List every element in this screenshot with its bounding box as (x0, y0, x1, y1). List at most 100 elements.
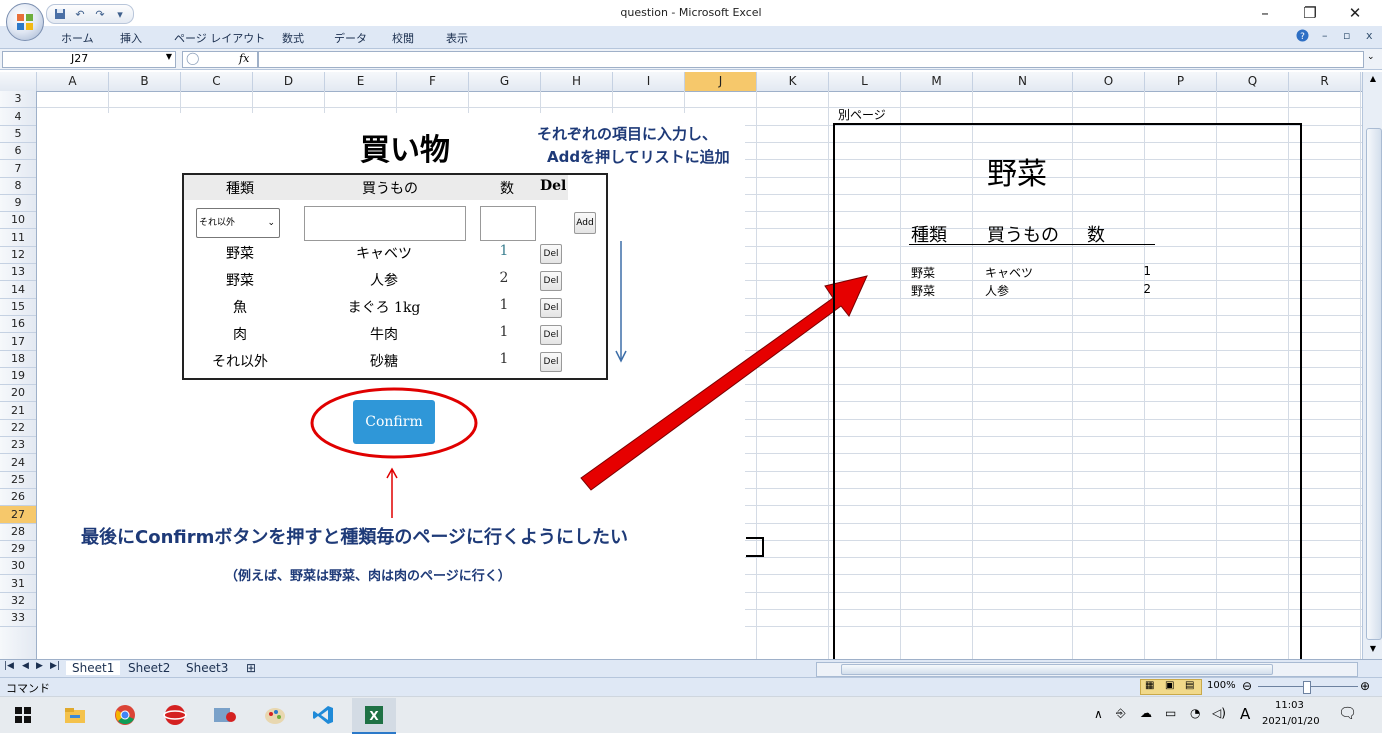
column-header-k[interactable]: K (757, 72, 829, 91)
office-button[interactable] (6, 3, 44, 41)
vscode-icon[interactable] (308, 701, 338, 729)
column-header-c[interactable]: C (181, 72, 253, 91)
row-header-30[interactable]: 30 (0, 558, 36, 575)
tab-formulas[interactable]: 数式 (282, 30, 304, 46)
scroll-thumb[interactable] (1366, 128, 1382, 640)
wifi-icon[interactable]: ◔ (1190, 706, 1200, 720)
row-header-8[interactable]: 8 (0, 178, 36, 195)
clock-time[interactable]: 11:03 (1275, 700, 1304, 711)
expand-formula-icon[interactable]: ⌄ (1367, 52, 1375, 62)
insert-sheet-icon[interactable]: ⊞ (246, 661, 256, 675)
volume-icon[interactable]: ◁) (1212, 706, 1226, 720)
column-header-q[interactable]: Q (1217, 72, 1289, 91)
row-header-24[interactable]: 24 (0, 454, 36, 472)
name-box-dropdown-icon[interactable]: ▼ (166, 52, 172, 61)
column-header-o[interactable]: O (1073, 72, 1145, 91)
row-header-15[interactable]: 15 (0, 299, 36, 316)
tray-cloud-icon[interactable]: ☁ (1140, 706, 1152, 720)
sheet-tab-1[interactable]: Sheet1 (66, 661, 121, 675)
row-header-5[interactable]: 5 (0, 126, 36, 143)
minimize-button[interactable]: – (1250, 3, 1280, 23)
page-layout-view-icon[interactable]: ▣ (1165, 680, 1174, 691)
type-select[interactable]: それ以外 ⌄ (196, 208, 280, 238)
photos-app-icon[interactable] (210, 701, 240, 729)
notification-icon[interactable]: 🗨 (1338, 704, 1357, 722)
row-header-22[interactable]: 22 (0, 420, 36, 437)
vertical-scrollbar[interactable]: ▲ ▼ (1362, 72, 1382, 660)
row-header-20[interactable]: 20 (0, 385, 36, 402)
row-header-13[interactable]: 13 (0, 264, 36, 281)
scroll-down-icon[interactable]: ▼ (1366, 644, 1380, 656)
delete-row-button[interactable]: Del (540, 244, 562, 264)
zoom-level[interactable]: 100% (1207, 680, 1236, 691)
row-header-18[interactable]: 18 (0, 351, 36, 368)
active-cell-marker[interactable] (746, 537, 764, 557)
restore-button[interactable]: ❐ (1295, 3, 1325, 23)
column-header-i[interactable]: I (613, 72, 685, 91)
zoom-in-icon[interactable]: ⊕ (1360, 679, 1370, 693)
ribbon-restore-icon[interactable]: ▫ (1343, 29, 1350, 42)
scroll-up-icon[interactable]: ▲ (1366, 74, 1380, 86)
row-header-10[interactable]: 10 (0, 212, 36, 229)
add-button[interactable]: Add (574, 212, 596, 234)
tab-insert[interactable]: 挿入 (120, 30, 142, 46)
tab-data[interactable]: データ (334, 30, 367, 46)
row-header-26[interactable]: 26 (0, 489, 36, 506)
row-header-28[interactable]: 28 (0, 524, 36, 541)
sheet-nav-prev-icon[interactable]: ◀ (22, 661, 29, 671)
row-header-12[interactable]: 12 (0, 247, 36, 264)
qty-input[interactable] (480, 206, 536, 241)
normal-view-icon[interactable]: ▦ (1145, 680, 1154, 691)
column-header-m[interactable]: M (901, 72, 973, 91)
paint-icon[interactable] (260, 701, 290, 729)
close-button[interactable]: ✕ (1340, 3, 1370, 23)
formula-input[interactable] (258, 51, 1364, 68)
row-header-31[interactable]: 31 (0, 575, 36, 593)
delete-row-button[interactable]: Del (540, 298, 562, 318)
delete-row-button[interactable]: Del (540, 271, 562, 291)
chrome-icon[interactable] (110, 701, 140, 729)
tray-chevron-icon[interactable]: ∧ (1094, 707, 1103, 721)
horizontal-scrollbar[interactable] (816, 662, 1358, 677)
column-header-j[interactable]: J (685, 72, 757, 91)
column-header-f[interactable]: F (397, 72, 469, 91)
delete-row-button[interactable]: Del (540, 325, 562, 345)
row-header-3[interactable]: 3 (0, 91, 36, 108)
horizontal-scroll-thumb[interactable] (841, 664, 1273, 675)
zoom-out-icon[interactable]: ⊖ (1242, 679, 1252, 693)
column-header-g[interactable]: G (469, 72, 541, 91)
item-input[interactable] (304, 206, 466, 241)
select-all-corner[interactable] (0, 72, 37, 91)
column-header-l[interactable]: L (829, 72, 901, 91)
page-break-view-icon[interactable]: ▤ (1185, 680, 1194, 691)
tray-app-icon[interactable]: ⎆ (1116, 706, 1126, 721)
row-header-21[interactable]: 21 (0, 402, 36, 420)
excel-taskbar-icon[interactable]: X (352, 698, 396, 734)
row-header-7[interactable]: 7 (0, 160, 36, 178)
tab-view[interactable]: 表示 (446, 30, 468, 46)
tab-home[interactable]: ホーム (61, 30, 94, 46)
tab-page-layout[interactable]: ページ レイアウト (174, 30, 265, 46)
row-header-4[interactable]: 4 (0, 108, 36, 126)
help-icon[interactable]: ? (1296, 29, 1309, 45)
file-explorer-icon[interactable] (60, 701, 90, 729)
ribbon-close-icon[interactable]: x (1366, 29, 1373, 42)
ribbon-minimize-icon[interactable]: – (1322, 29, 1328, 42)
sheet-tab-3[interactable]: Sheet3 (186, 661, 228, 675)
row-header-11[interactable]: 11 (0, 229, 36, 247)
row-header-9[interactable]: 9 (0, 195, 36, 212)
column-header-p[interactable]: P (1145, 72, 1217, 91)
row-header-29[interactable]: 29 (0, 541, 36, 558)
sheet-nav-first-icon[interactable]: |◀ (4, 661, 14, 671)
column-header-b[interactable]: B (109, 72, 181, 91)
security-app-icon[interactable] (160, 701, 190, 729)
row-header-6[interactable]: 6 (0, 143, 36, 160)
ime-indicator[interactable]: A (1240, 705, 1250, 723)
row-header-27[interactable]: 27 (0, 506, 36, 524)
delete-row-button[interactable]: Del (540, 352, 562, 372)
column-header-n[interactable]: N (973, 72, 1073, 91)
column-header-h[interactable]: H (541, 72, 613, 91)
windows-start-icon[interactable] (8, 701, 38, 729)
row-header-33[interactable]: 33 (0, 610, 36, 627)
insert-function-icon[interactable]: fx (239, 52, 249, 65)
